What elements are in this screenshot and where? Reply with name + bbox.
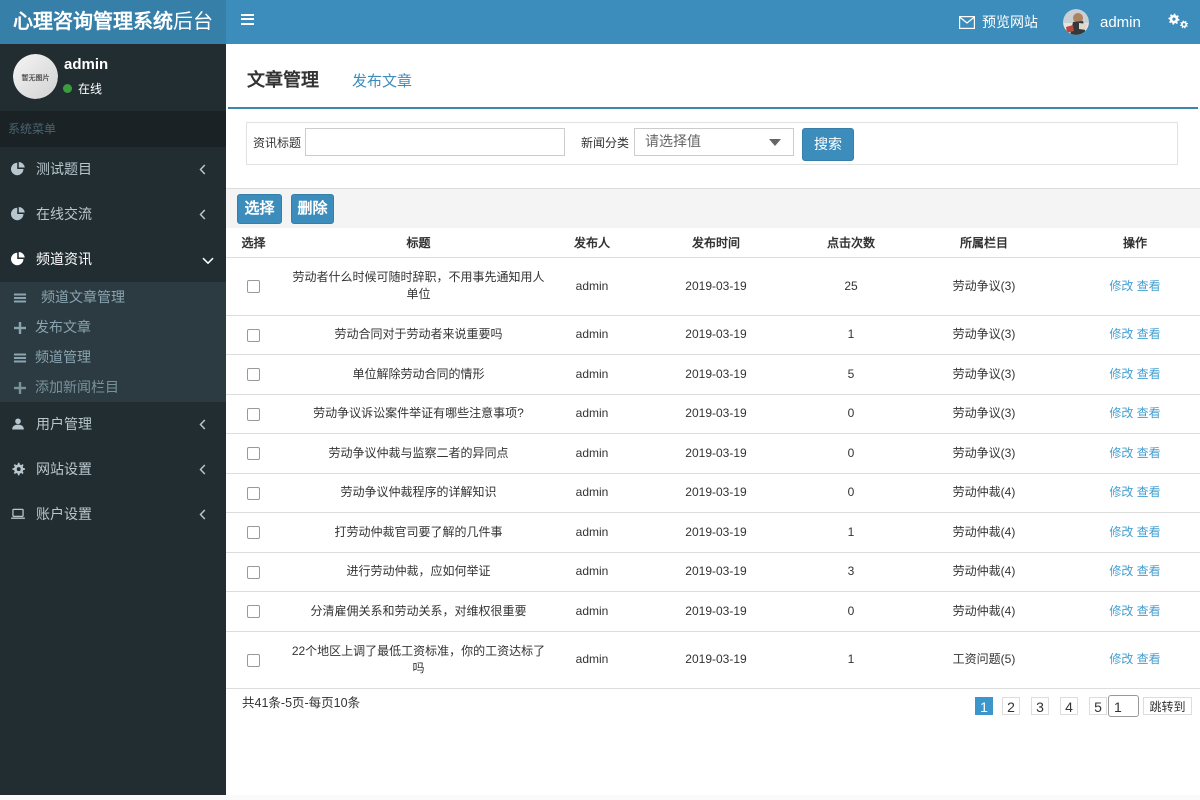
svg-text:暂无图片: 暂无图片: [22, 73, 50, 82]
